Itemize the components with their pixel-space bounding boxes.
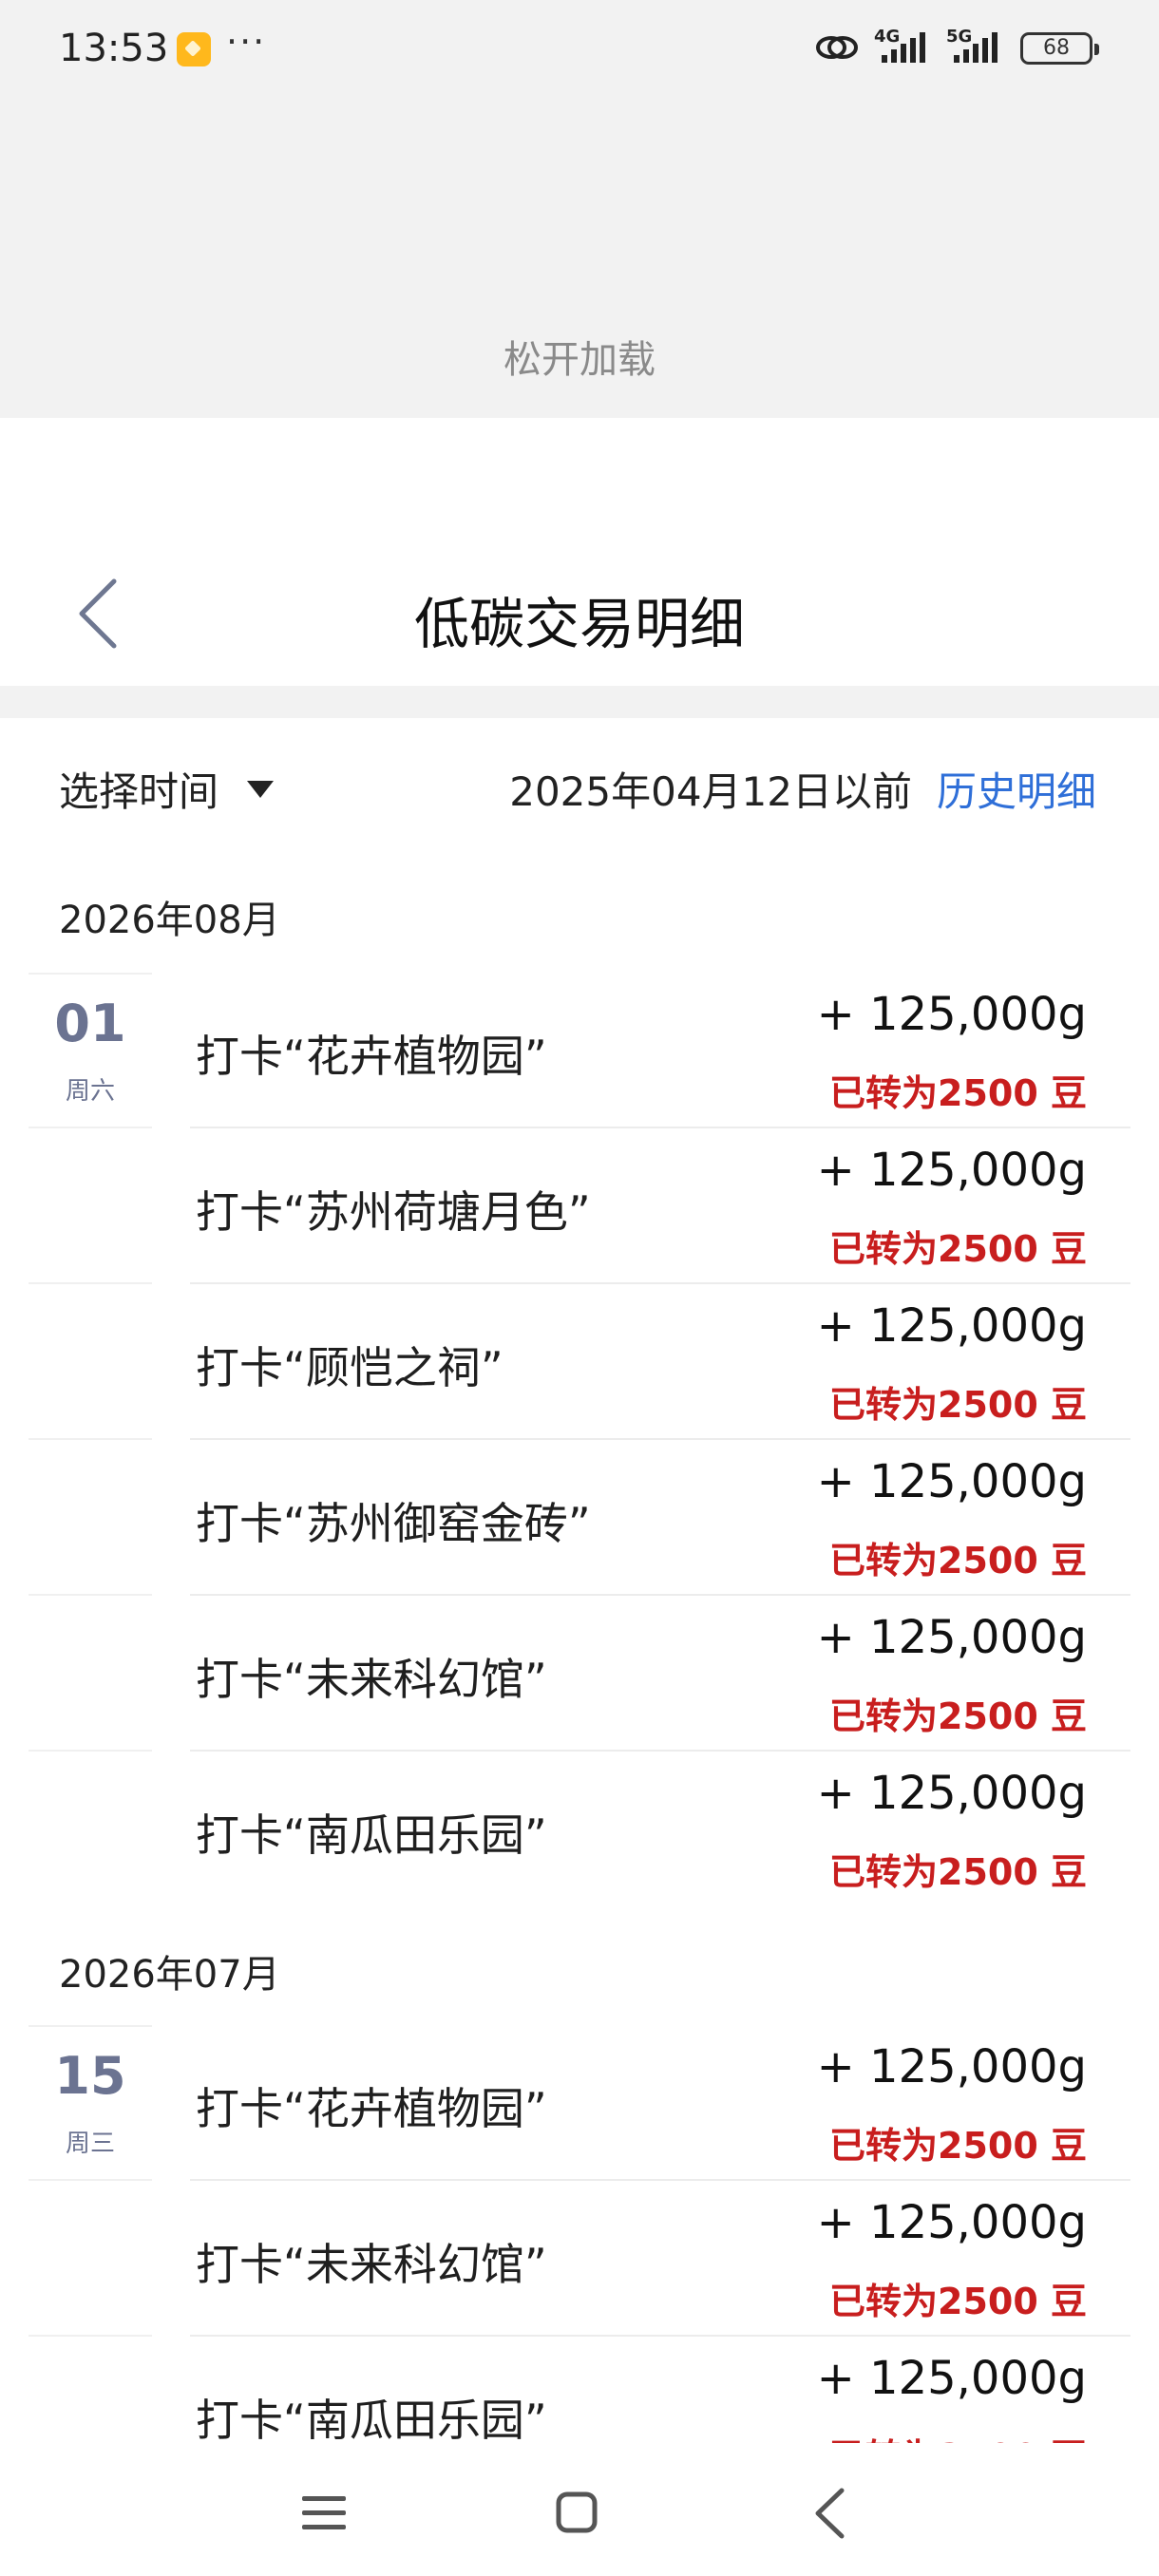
item-amount: + 125,000g xyxy=(816,1455,1087,1508)
item-converted-note: 已转为2500 豆 xyxy=(829,1540,1087,1582)
item-converted-note: 已转为2500 豆 xyxy=(829,2428,1087,2443)
list-item[interactable]: 打卡“花卉植物园” + 125,000g 已转为2500 豆 xyxy=(190,973,1130,1128)
day-separator xyxy=(28,1438,152,1440)
item-title: 打卡“未来科幻馆” xyxy=(196,2239,547,2290)
item-amount: + 125,000g xyxy=(816,2196,1087,2249)
item-title: 打卡“南瓜田乐园” xyxy=(196,2395,547,2443)
month-header: 2026年08月 xyxy=(59,899,280,942)
item-converted-note: 已转为2500 豆 xyxy=(829,1695,1087,1737)
item-title: 打卡“花卉植物园” xyxy=(196,2083,547,2134)
select-time-button[interactable]: 选择时间 xyxy=(59,760,218,818)
list-item[interactable]: 打卡“花卉植物园” + 125,000g 已转为2500 豆 xyxy=(190,2025,1130,2181)
item-converted-note: 已转为2500 豆 xyxy=(829,1384,1087,1426)
more-notifications-icon: ··· xyxy=(226,21,267,63)
item-amount: + 125,000g xyxy=(816,1144,1087,1197)
list-item[interactable]: 打卡“未来科幻馆” + 125,000g 已转为2500 豆 xyxy=(190,2181,1130,2337)
status-time: 13:53 xyxy=(59,27,169,70)
item-amount: + 125,000g xyxy=(816,1299,1087,1353)
day-weekday: 周六 xyxy=(65,1077,115,1106)
day-separator xyxy=(28,1282,152,1284)
signal-icon xyxy=(882,32,925,63)
page-title: 低碳交易明细 xyxy=(413,592,745,656)
page-header: 低碳交易明细 xyxy=(0,418,1159,686)
day-separator xyxy=(28,2025,152,2027)
item-title: 打卡“苏州荷塘月色” xyxy=(196,1186,591,1238)
history-detail-link[interactable]: 历史明细 xyxy=(937,760,1096,818)
list-item[interactable]: 打卡“未来科幻馆” + 125,000g 已转为2500 豆 xyxy=(190,1596,1130,1752)
section-divider xyxy=(0,686,1159,718)
item-converted-note: 已转为2500 豆 xyxy=(829,1851,1087,1893)
day-separator xyxy=(28,1750,152,1752)
system-nav-bar xyxy=(0,2443,1159,2576)
menu-icon[interactable] xyxy=(300,2492,348,2534)
day-separator xyxy=(28,973,152,975)
item-title: 打卡“顾恺之祠” xyxy=(196,1342,504,1393)
item-amount: + 125,000g xyxy=(816,1611,1087,1664)
item-title: 打卡“苏州御窑金砖” xyxy=(196,1498,591,1549)
list-item[interactable]: 打卡“南瓜田乐园” + 125,000g 已转为2500 豆 xyxy=(190,2337,1130,2443)
battery-icon: 68 xyxy=(1020,32,1099,65)
item-amount: + 125,000g xyxy=(816,2352,1087,2405)
item-converted-note: 已转为2500 豆 xyxy=(829,1228,1087,1270)
day-separator xyxy=(28,1594,152,1596)
link-icon xyxy=(816,36,858,59)
day-separator xyxy=(28,2335,152,2337)
item-converted-note: 已转为2500 豆 xyxy=(829,1072,1087,1114)
app-notification-icon xyxy=(177,32,211,66)
back-triangle-icon[interactable] xyxy=(813,2487,846,2540)
item-title: 打卡“未来科幻馆” xyxy=(196,1654,547,1705)
day-separator xyxy=(28,1127,152,1128)
day-weekday: 周三 xyxy=(65,2130,115,2158)
day-separator xyxy=(28,2179,152,2181)
item-title: 打卡“南瓜田乐园” xyxy=(196,1809,547,1861)
item-amount: + 125,000g xyxy=(816,1767,1087,1820)
item-amount: + 125,000g xyxy=(816,988,1087,1041)
list-item[interactable]: 打卡“顾恺之祠” + 125,000g 已转为2500 豆 xyxy=(190,1284,1130,1440)
before-date-text: 2025年04月12日以前 xyxy=(509,768,912,815)
month-header: 2026年07月 xyxy=(59,1953,280,1997)
list-item[interactable]: 打卡“苏州荷塘月色” + 125,000g 已转为2500 豆 xyxy=(190,1128,1130,1284)
list-item[interactable]: 打卡“苏州御窑金砖” + 125,000g 已转为2500 豆 xyxy=(190,1440,1130,1596)
item-converted-note: 已转为2500 豆 xyxy=(829,2281,1087,2322)
list-item[interactable]: 打卡“南瓜田乐园” + 125,000g 已转为2500 豆 xyxy=(190,1752,1130,1907)
triangle-down-icon[interactable] xyxy=(245,779,276,800)
item-amount: + 125,000g xyxy=(816,2040,1087,2093)
pull-refresh-area: 13:53 ··· 4G 5G 68 松开加载 xyxy=(0,0,1159,418)
item-title: 打卡“花卉植物园” xyxy=(196,1031,547,1082)
home-square-icon[interactable] xyxy=(555,2491,598,2534)
day-number: 01 xyxy=(54,994,126,1053)
signal-icon xyxy=(954,32,998,63)
pull-refresh-text: 松开加载 xyxy=(504,338,656,382)
item-converted-note: 已转为2500 豆 xyxy=(829,2125,1087,2167)
day-number: 15 xyxy=(54,2046,126,2106)
screen-content: 13:53 ··· 4G 5G 68 松开加载 低碳交易明细 选择时间 2025… xyxy=(0,0,1159,2443)
